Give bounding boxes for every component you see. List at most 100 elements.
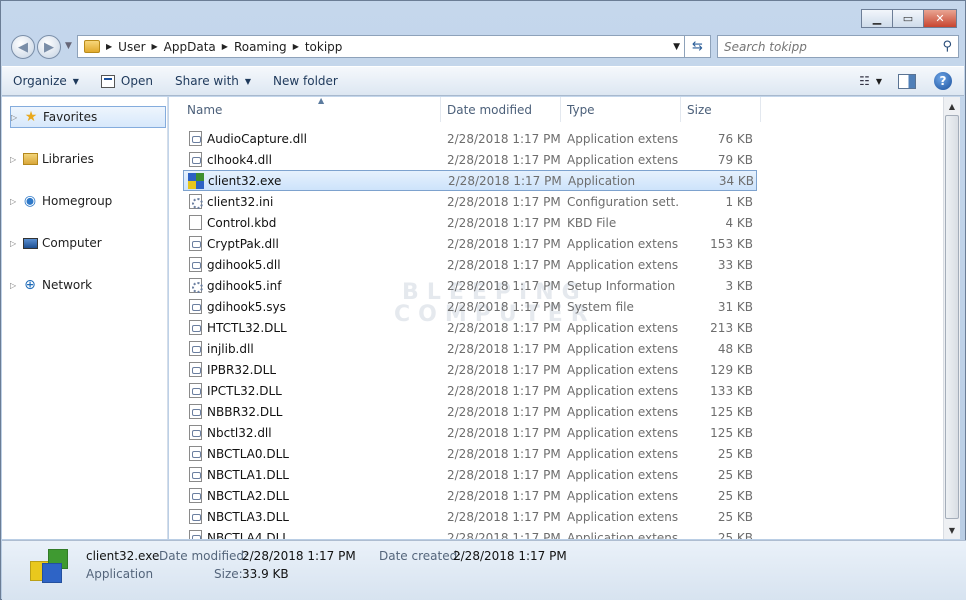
file-row[interactable]: gdihook5.dll 2/28/2018 1:17 PM Application…	[183, 254, 757, 275]
file-size: 3 KB	[725, 278, 753, 293]
view-options-icon[interactable]: ☷	[859, 74, 870, 88]
breadcrumb-tokipp[interactable]: tokipp	[305, 40, 343, 54]
column-size[interactable]: Size	[681, 97, 761, 122]
vertical-scrollbar[interactable]: ▲ ▼	[943, 97, 960, 539]
dll-file-icon	[189, 404, 202, 419]
minimize-button[interactable]: ▁	[861, 9, 893, 28]
star-icon: ★	[24, 109, 38, 125]
file-date-modified: 2/28/2018 1:17 PM	[447, 194, 561, 209]
help-icon[interactable]: ?	[934, 72, 952, 90]
file-type: Application extens...	[567, 320, 679, 335]
breadcrumb-user[interactable]: User	[118, 40, 145, 54]
file-date-modified: 2/28/2018 1:17 PM	[447, 131, 561, 146]
breadcrumb-arrow-icon[interactable]: ▶	[293, 42, 299, 51]
file-size: 25 KB	[717, 467, 753, 482]
column-name[interactable]: Name ▲	[181, 97, 441, 122]
sidebar-item-favorites[interactable]: ▷ ★ Favorites	[10, 106, 166, 128]
homegroup-icon: ◉	[23, 193, 37, 209]
address-dropdown-icon[interactable]: ▼	[673, 42, 680, 52]
refresh-button[interactable]: ⇆	[685, 35, 711, 58]
file-name: NBCTLA4.DLL	[207, 530, 289, 540]
file-type: Application extens...	[567, 362, 679, 377]
expand-icon[interactable]: ▷	[10, 197, 20, 206]
file-name: gdihook5.dll	[207, 257, 281, 272]
forward-button[interactable]: ▶	[37, 35, 61, 59]
new-folder-label: New folder	[273, 74, 338, 88]
file-row[interactable]: NBCTLA3.DLL 2/28/2018 1:17 PM Application …	[183, 506, 757, 527]
file-name: NBCTLA3.DLL	[207, 509, 289, 524]
share-with-button[interactable]: Share with ▼	[164, 67, 262, 95]
dll-file-icon	[189, 530, 202, 539]
file-row[interactable]: NBBR32.DLL 2/28/2018 1:17 PM Application e…	[183, 401, 757, 422]
breadcrumb-roaming[interactable]: Roaming	[234, 40, 287, 54]
expand-icon[interactable]: ▷	[10, 239, 20, 248]
file-row[interactable]: HTCTL32.DLL 2/28/2018 1:17 PM Application …	[183, 317, 757, 338]
preview-pane-icon[interactable]	[898, 73, 916, 89]
dll-file-icon	[189, 320, 202, 335]
dll-file-icon	[189, 362, 202, 377]
search-box[interactable]: ⚲	[717, 35, 959, 58]
sidebar-item-libraries[interactable]: ▷ Libraries	[10, 148, 166, 170]
file-row[interactable]: injlib.dll 2/28/2018 1:17 PM Application e…	[183, 338, 757, 359]
back-button[interactable]: ◀	[11, 35, 35, 59]
expand-icon[interactable]: ▷	[10, 281, 20, 290]
column-type[interactable]: Type	[561, 97, 681, 122]
file-row[interactable]: gdihook5.inf 2/28/2018 1:17 PM Setup Infor…	[183, 275, 757, 296]
share-with-label: Share with	[174, 74, 239, 88]
column-date-modified[interactable]: Date modified	[441, 97, 561, 122]
breadcrumb-appdata[interactable]: AppData	[164, 40, 216, 54]
sidebar-item-label: Network	[42, 278, 93, 292]
file-row[interactable]: NBCTLA4.DLL 2/28/2018 1:17 PM Application …	[183, 527, 757, 539]
file-row[interactable]: client32.ini 2/28/2018 1:17 PM Configurati…	[183, 191, 757, 212]
new-folder-button[interactable]: New folder	[262, 67, 349, 95]
expand-icon[interactable]: ▷	[10, 155, 20, 164]
file-row[interactable]: NBCTLA2.DLL 2/28/2018 1:17 PM Application …	[183, 485, 757, 506]
file-row[interactable]: AudioCapture.dll 2/28/2018 1:17 PM Applica…	[183, 128, 757, 149]
file-date-modified: 2/28/2018 1:17 PM	[447, 446, 561, 461]
settings-file-icon	[189, 194, 203, 209]
view-chevron-down-icon[interactable]: ▼	[876, 77, 882, 86]
file-size: 33 KB	[717, 257, 753, 272]
file-row[interactable]: gdihook5.sys 2/28/2018 1:17 PM System file…	[183, 296, 757, 317]
file-row[interactable]: client32.exe 2/28/2018 1:17 PM Application…	[183, 170, 757, 191]
network-icon: ⊕	[24, 277, 36, 293]
scroll-up-icon[interactable]: ▲	[944, 98, 960, 114]
expand-icon[interactable]: ▷	[11, 113, 21, 122]
address-bar[interactable]: ▶ User ▶ AppData ▶ Roaming ▶ tokipp ▼	[77, 35, 685, 58]
file-row[interactable]: IPBR32.DLL 2/28/2018 1:17 PM Application e…	[183, 359, 757, 380]
breadcrumb-arrow-icon[interactable]: ▶	[152, 42, 158, 51]
recent-pages-dropdown[interactable]: ▼	[65, 41, 72, 51]
file-date-modified: 2/28/2018 1:17 PM	[447, 383, 561, 398]
file-list: Name ▲ Date modified Type Size BLEEPING CO…	[169, 97, 943, 539]
breadcrumb-arrow-icon[interactable]: ▶	[106, 42, 112, 51]
file-row[interactable]: NBCTLA0.DLL 2/28/2018 1:17 PM Application …	[183, 443, 757, 464]
file-row[interactable]: NBCTLA1.DLL 2/28/2018 1:17 PM Application …	[183, 464, 757, 485]
open-button[interactable]: Open	[90, 67, 164, 95]
sidebar-item-computer[interactable]: ▷ Computer	[10, 232, 166, 254]
breadcrumb-arrow-icon[interactable]: ▶	[222, 42, 228, 51]
folder-icon	[84, 40, 100, 53]
file-name: IPCTL32.DLL	[207, 383, 282, 398]
file-type: Configuration sett...	[567, 194, 679, 209]
file-size: 129 KB	[710, 362, 753, 377]
search-input[interactable]	[724, 39, 924, 54]
scroll-down-icon[interactable]: ▼	[944, 522, 960, 538]
organize-label: Organize	[13, 74, 67, 88]
scroll-thumb[interactable]	[945, 115, 959, 519]
search-icon[interactable]: ⚲	[942, 39, 952, 54]
sidebar-item-network[interactable]: ▷ ⊕ Network	[10, 274, 166, 296]
file-date-modified: 2/28/2018 1:17 PM	[447, 257, 561, 272]
details-file-name: client32.exe	[86, 549, 160, 563]
file-row[interactable]: Control.kbd 2/28/2018 1:17 PM KBD File 4 KB	[183, 212, 757, 233]
sidebar-item-homegroup[interactable]: ▷ ◉ Homegroup	[10, 190, 166, 212]
organize-button[interactable]: Organize ▼	[2, 67, 90, 95]
dll-file-icon	[189, 383, 202, 398]
file-row[interactable]: CryptPak.dll 2/28/2018 1:17 PM Application…	[183, 233, 757, 254]
file-row[interactable]: Nbctl32.dll 2/28/2018 1:17 PM Application …	[183, 422, 757, 443]
file-date-modified: 2/28/2018 1:17 PM	[447, 467, 561, 482]
maximize-button[interactable]: ▭	[892, 9, 924, 28]
file-row[interactable]: clhook4.dll 2/28/2018 1:17 PM Application …	[183, 149, 757, 170]
file-row[interactable]: IPCTL32.DLL 2/28/2018 1:17 PM Application …	[183, 380, 757, 401]
file-name: NBBR32.DLL	[207, 404, 283, 419]
close-button[interactable]: ✕	[923, 9, 957, 28]
